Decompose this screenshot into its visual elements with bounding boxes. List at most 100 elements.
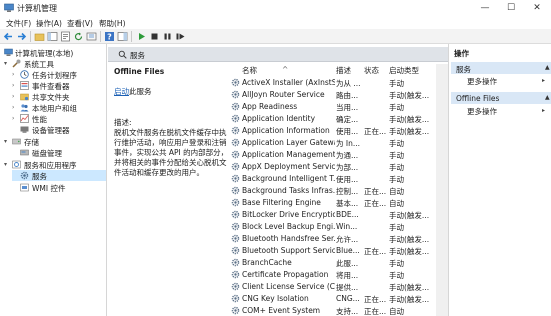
table-row[interactable]: CNG Key Isolation CNG... 正在... 手动(触发... xyxy=(230,292,448,304)
properties-icon[interactable] xyxy=(60,31,71,42)
menu-action[interactable]: 操作(A) xyxy=(36,18,62,29)
restart-service-icon[interactable] xyxy=(175,31,186,42)
stop-service-icon[interactable] xyxy=(149,31,160,42)
tree-item-system-tools[interactable]: ▾ 系统工具 xyxy=(4,58,106,69)
service-gear-icon xyxy=(231,246,240,255)
export-list-icon[interactable] xyxy=(86,31,97,42)
tree-item-disk-management[interactable]: 磁盘管理 xyxy=(12,147,106,158)
event-viewer-icon xyxy=(20,81,29,90)
menu-help[interactable]: 帮助(H) xyxy=(99,18,126,29)
maximize-button[interactable]: ☐ xyxy=(500,0,522,16)
table-row[interactable]: AllJoyn Router Service 路由... 手动(触发... xyxy=(230,88,448,100)
chevron-down-icon[interactable]: ▾ xyxy=(4,58,11,69)
table-row[interactable]: Base Filtering Engine 基本... 正在... 自动 xyxy=(230,196,448,208)
table-row[interactable]: Application Management 为通... 手动 xyxy=(230,148,448,160)
minimize-button[interactable]: — xyxy=(474,0,496,16)
up-folder-icon[interactable] xyxy=(34,31,45,42)
start-service-link-line: 启动此服务 xyxy=(114,86,152,97)
service-gear-icon xyxy=(231,126,240,135)
actions-section-label: 服务 xyxy=(456,65,471,74)
service-name: Base Filtering Engine xyxy=(242,198,321,207)
chevron-right-icon[interactable]: › xyxy=(12,102,19,113)
services-list-header: ^ 名称 描述 状态 启动类型 xyxy=(230,64,448,75)
start-service-icon[interactable] xyxy=(136,31,147,42)
console-tree-icon[interactable] xyxy=(47,31,58,42)
table-row[interactable]: Application Information 使用... 正在... 手动(触发..… xyxy=(230,124,448,136)
table-row[interactable]: Client License Service (Cli...提供...手动(触发… xyxy=(230,280,448,292)
table-row[interactable]: Block Level Backup Engi... Win... 手动 xyxy=(230,220,448,232)
service-gear-icon xyxy=(231,270,240,279)
toolbar: ? xyxy=(0,29,551,44)
table-row[interactable]: Application Identity 确定... 手动(触发... xyxy=(230,112,448,124)
back-arrow-icon[interactable] xyxy=(3,31,14,42)
collapse-arrow-icon[interactable]: ▲ xyxy=(545,64,550,71)
tree-item-storage[interactable]: ▾ 存储 xyxy=(4,136,106,147)
table-row[interactable]: Background Tasks Infras... 控制... 正在... 自动 xyxy=(230,184,448,196)
close-button[interactable]: ✕ xyxy=(526,0,548,16)
selected-service-name: Offline Files xyxy=(114,67,165,76)
refresh-icon[interactable] xyxy=(73,31,84,42)
pause-service-icon[interactable] xyxy=(162,31,173,42)
vertical-scrollbar[interactable] xyxy=(436,64,448,316)
menu-file[interactable]: 文件(F) xyxy=(6,18,31,29)
service-name: Client License Service (Cli... xyxy=(242,282,335,291)
table-row[interactable]: ActiveX Installer (AxInstSV) 为从 ... 手动 xyxy=(230,76,448,88)
tree-item-event-viewer[interactable]: › 事件查看器 xyxy=(12,80,106,91)
table-row[interactable]: Application Layer Gatewa...为 In...手动 xyxy=(230,136,448,148)
column-startup-type[interactable]: 启动类型 xyxy=(389,65,419,76)
tree-item-task-scheduler[interactable]: › 任务计划程序 xyxy=(12,69,106,80)
table-row[interactable]: Bluetooth Handsfree Ser... 允许... 手动(触发... xyxy=(230,232,448,244)
service-name: Application Information xyxy=(242,126,330,135)
tree-item-wmi[interactable]: WMI 控件 xyxy=(12,182,106,193)
column-name[interactable]: 名称 xyxy=(242,65,257,76)
chevron-right-icon[interactable]: › xyxy=(12,69,19,80)
tree-item-performance[interactable]: › 性能 xyxy=(12,113,106,124)
forward-arrow-icon[interactable] xyxy=(16,31,27,42)
collapse-arrow-icon[interactable]: ▲ xyxy=(545,94,550,101)
table-row[interactable]: Bluetooth Support Service Blue... 正在... 手动(… xyxy=(230,244,448,256)
actions-section-offline-files[interactable]: Offline Files ▲ xyxy=(451,92,551,104)
chevron-right-icon[interactable]: › xyxy=(12,80,19,91)
tree-label: WMI 控件 xyxy=(32,184,66,193)
table-row[interactable]: App Readiness 当用... 手动 xyxy=(230,100,448,112)
storage-icon xyxy=(12,138,21,145)
menu-view[interactable]: 查看(V) xyxy=(67,18,93,29)
help-icon[interactable]: ? xyxy=(104,31,115,42)
table-row[interactable]: COM+ Event System 支持... 正在... 自动 xyxy=(230,304,448,316)
tree-item-services-apps[interactable]: ▾ 服务和应用程序 xyxy=(4,159,106,170)
search-icon xyxy=(118,50,127,59)
chevron-right-icon[interactable]: › xyxy=(12,91,19,102)
table-row[interactable]: AppX Deployment Servic... 为部... 手动 xyxy=(230,160,448,172)
more-actions-services[interactable]: 更多操作 xyxy=(467,76,497,87)
start-service-link[interactable]: 启动 xyxy=(114,87,129,96)
show-hide-action-pane-icon[interactable] xyxy=(117,31,128,42)
tree-item-root[interactable]: 计算机管理(本地) xyxy=(2,47,106,58)
table-row[interactable]: BranchCache 此服... 手动 xyxy=(230,256,448,268)
service-status: 正在... xyxy=(364,307,387,316)
service-name: Block Level Backup Engi... xyxy=(242,222,335,231)
column-status[interactable]: 状态 xyxy=(364,65,379,76)
service-gear-icon xyxy=(231,210,240,219)
service-name: App Readiness xyxy=(242,102,298,111)
column-description[interactable]: 描述 xyxy=(336,65,351,76)
tree-label: 服务 xyxy=(32,172,47,181)
tree-item-device-manager[interactable]: 设备管理器 xyxy=(12,124,106,135)
table-row[interactable]: BitLocker Drive Encryptio... BDE... 手动(触发.… xyxy=(230,208,448,220)
table-row[interactable]: Certificate Propagation 将用... 手动 xyxy=(230,268,448,280)
chevron-right-icon[interactable]: › xyxy=(12,113,19,124)
service-gear-icon xyxy=(231,102,240,111)
start-service-suffix: 此服务 xyxy=(129,87,152,96)
chevron-down-icon[interactable]: ▾ xyxy=(4,159,11,170)
tree-item-local-users[interactable]: › 本地用户和组 xyxy=(12,102,106,113)
description-label: 描述: xyxy=(114,118,132,127)
service-name: Background Intelligent T... xyxy=(242,174,335,183)
service-name: COM+ Event System xyxy=(242,306,321,315)
more-actions-offline-files[interactable]: 更多操作 xyxy=(467,106,497,117)
tree-item-shared-folders[interactable]: › 共享文件夹 xyxy=(12,91,106,102)
actions-section-services[interactable]: 服务 ▲ xyxy=(451,62,551,74)
tree-item-services[interactable]: 服务 xyxy=(12,170,106,181)
service-name: AllJoyn Router Service xyxy=(242,90,325,99)
table-row[interactable]: Background Intelligent T... 使用... 手动 xyxy=(230,172,448,184)
chevron-down-icon[interactable]: ▾ xyxy=(4,136,11,147)
service-name: BitLocker Drive Encryptio... xyxy=(242,210,335,219)
